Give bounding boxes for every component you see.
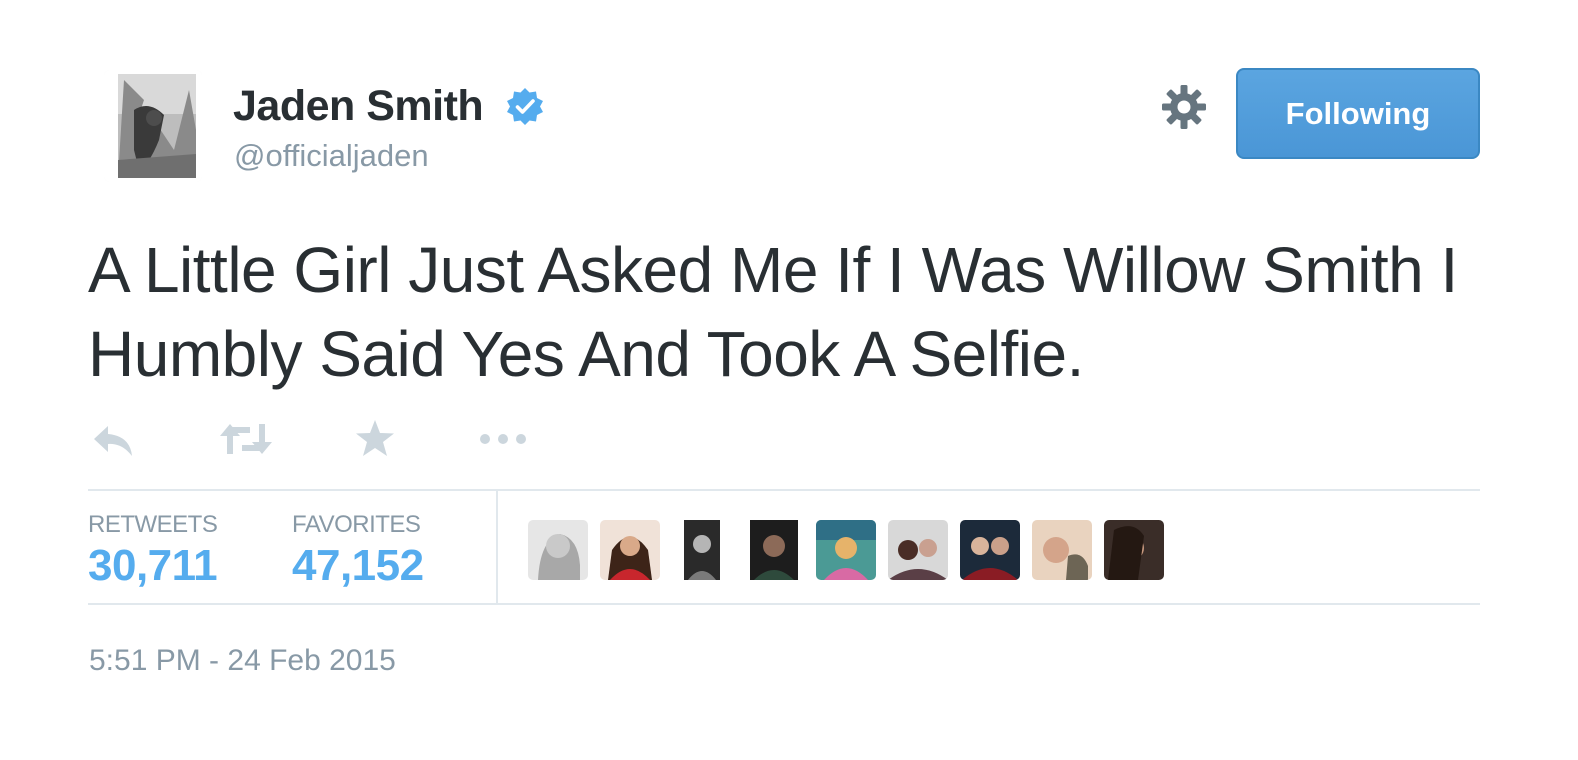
display-name[interactable]: Jaden Smith (233, 82, 484, 131)
favorite-star-icon[interactable] (353, 414, 397, 464)
tweet-timestamp[interactable]: 5:51 PM - 24 Feb 2015 (89, 644, 396, 678)
favorites-count[interactable]: 47,152 (292, 541, 424, 591)
favoriter-avatar[interactable] (1104, 520, 1164, 580)
favoriter-avatar[interactable] (528, 520, 588, 580)
profile-photo (104, 70, 202, 182)
favoriter-avatar[interactable] (600, 520, 660, 580)
favoriter-avatar[interactable] (960, 520, 1020, 580)
user-handle[interactable]: @officialjaden (234, 138, 429, 174)
favorites-label: FAVORITES (292, 511, 421, 538)
following-button[interactable]: Following (1236, 68, 1480, 159)
reply-icon[interactable] (90, 414, 138, 464)
favoriter-avatar[interactable] (888, 520, 948, 580)
more-dots-icon[interactable] (476, 414, 530, 464)
avatar[interactable] (104, 70, 202, 182)
retweets-label: RETWEETS (88, 511, 218, 538)
favoriter-avatar[interactable] (1032, 520, 1092, 580)
verified-badge-icon (507, 88, 543, 125)
favoriter-avatar[interactable] (744, 520, 804, 580)
favoriter-avatar[interactable] (816, 520, 876, 580)
favoriter-avatar[interactable] (672, 520, 732, 580)
gear-icon[interactable] (1160, 83, 1208, 131)
stats-divider (496, 491, 498, 605)
retweets-count[interactable]: 30,711 (88, 541, 218, 591)
tweet-stats: RETWEETS 30,711 FAVORITES 47,152 (88, 489, 1480, 605)
tweet-text: A Little Girl Just Asked Me If I Was Wil… (88, 234, 1458, 390)
retweet-icon[interactable] (218, 414, 274, 464)
